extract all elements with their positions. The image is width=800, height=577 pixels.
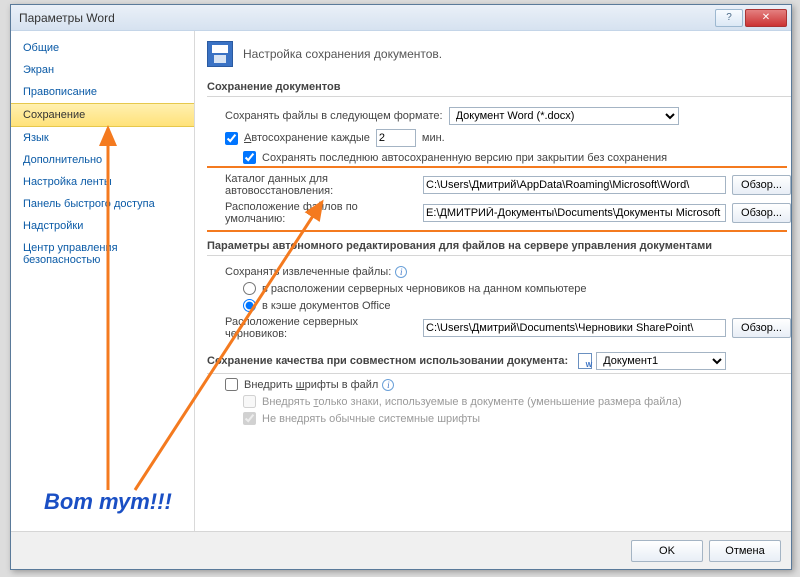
close-button[interactable]: ✕	[745, 9, 787, 27]
embed-only-used-checkbox	[243, 395, 256, 408]
cancel-button[interactable]: Отмена	[709, 540, 781, 562]
autosave-unit: мин.	[422, 132, 445, 144]
section-offline-title: Параметры автономного редактирования для…	[207, 240, 791, 256]
sidebar-item-general[interactable]: Общие	[11, 37, 194, 59]
ok-button[interactable]: OK	[631, 540, 703, 562]
dialog-buttons: OK Отмена	[11, 531, 791, 569]
embed-fonts-label: Внедрить шрифты в файл	[244, 379, 378, 391]
content-pane: Настройка сохранения документов. Сохране…	[195, 31, 791, 531]
sidebar-item-language[interactable]: Язык	[11, 127, 194, 149]
dialog-body: Общие Экран Правописание Сохранение Язык…	[11, 31, 791, 531]
save-format-combo[interactable]: Документ Word (*.docx)	[449, 107, 679, 125]
help-button[interactable]: ?	[715, 9, 743, 27]
server-drafts-browse-button[interactable]: Обзор...	[732, 318, 791, 338]
keep-last-autosave-label: Сохранять последнюю автосохраненную верс…	[262, 152, 667, 164]
autorecover-browse-button[interactable]: Обзор...	[732, 175, 791, 195]
drafts-location-server-label: в расположении серверных черновиков на д…	[262, 283, 586, 295]
default-path-browse-button[interactable]: Обзор...	[732, 203, 791, 223]
default-path-label: Расположение файлов по умолчанию:	[225, 201, 417, 225]
drafts-location-cache-radio[interactable]	[243, 299, 256, 312]
fidelity-doc-combo[interactable]: Документ1	[596, 352, 726, 370]
info-icon[interactable]: i	[382, 379, 394, 391]
section-save-docs-title: Сохранение документов	[207, 81, 791, 97]
page-header: Настройка сохранения документов.	[207, 41, 791, 67]
sidebar-item-quickaccess[interactable]: Панель быстрого доступа	[11, 193, 194, 215]
options-dialog: Параметры Word ? ✕ Общие Экран Правописа…	[10, 4, 792, 570]
section-fidelity-title: Сохранение качества при совместном испол…	[207, 355, 568, 367]
sidebar-item-addins[interactable]: Надстройки	[11, 215, 194, 237]
autosave-label: Автосохранение каждые	[244, 132, 370, 144]
drafts-location-server-radio[interactable]	[243, 282, 256, 295]
save-format-label: Сохранять файлы в следующем формате:	[225, 110, 443, 122]
save-checked-out-label: Сохранять извлеченные файлы:	[225, 266, 391, 278]
drafts-location-cache-label: в кэше документов Office	[262, 300, 391, 312]
default-path-input[interactable]	[423, 204, 726, 222]
embed-only-used-label: Внедрять только знаки, используемые в до…	[262, 396, 682, 408]
window-title: Параметры Word	[19, 11, 713, 25]
page-header-text: Настройка сохранения документов.	[243, 47, 442, 61]
sidebar-item-proofing[interactable]: Правописание	[11, 81, 194, 103]
autorecover-path-input[interactable]	[423, 176, 726, 194]
sidebar-item-display[interactable]: Экран	[11, 59, 194, 81]
sidebar: Общие Экран Правописание Сохранение Язык…	[11, 31, 195, 531]
titlebar: Параметры Word ? ✕	[11, 5, 791, 31]
save-icon	[207, 41, 233, 67]
server-drafts-path-input[interactable]	[423, 319, 726, 337]
autorecover-path-label: Каталог данных для автовосстановления:	[225, 173, 417, 197]
info-icon[interactable]: i	[395, 266, 407, 278]
document-icon	[578, 353, 592, 369]
autosave-minutes-input[interactable]	[376, 129, 416, 147]
no-system-fonts-checkbox	[243, 412, 256, 425]
sidebar-item-advanced[interactable]: Дополнительно	[11, 149, 194, 171]
keep-last-autosave-checkbox[interactable]	[243, 151, 256, 164]
no-system-fonts-label: Не внедрять обычные системные шрифты	[262, 413, 480, 425]
sidebar-item-trustcenter[interactable]: Центр управления безопасностью	[11, 237, 194, 271]
autosave-checkbox[interactable]	[225, 132, 238, 145]
sidebar-item-ribbon[interactable]: Настройка ленты	[11, 171, 194, 193]
sidebar-item-save[interactable]: Сохранение	[11, 103, 194, 127]
embed-fonts-checkbox[interactable]	[225, 378, 238, 391]
server-drafts-path-label: Расположение серверных черновиков:	[225, 316, 417, 340]
